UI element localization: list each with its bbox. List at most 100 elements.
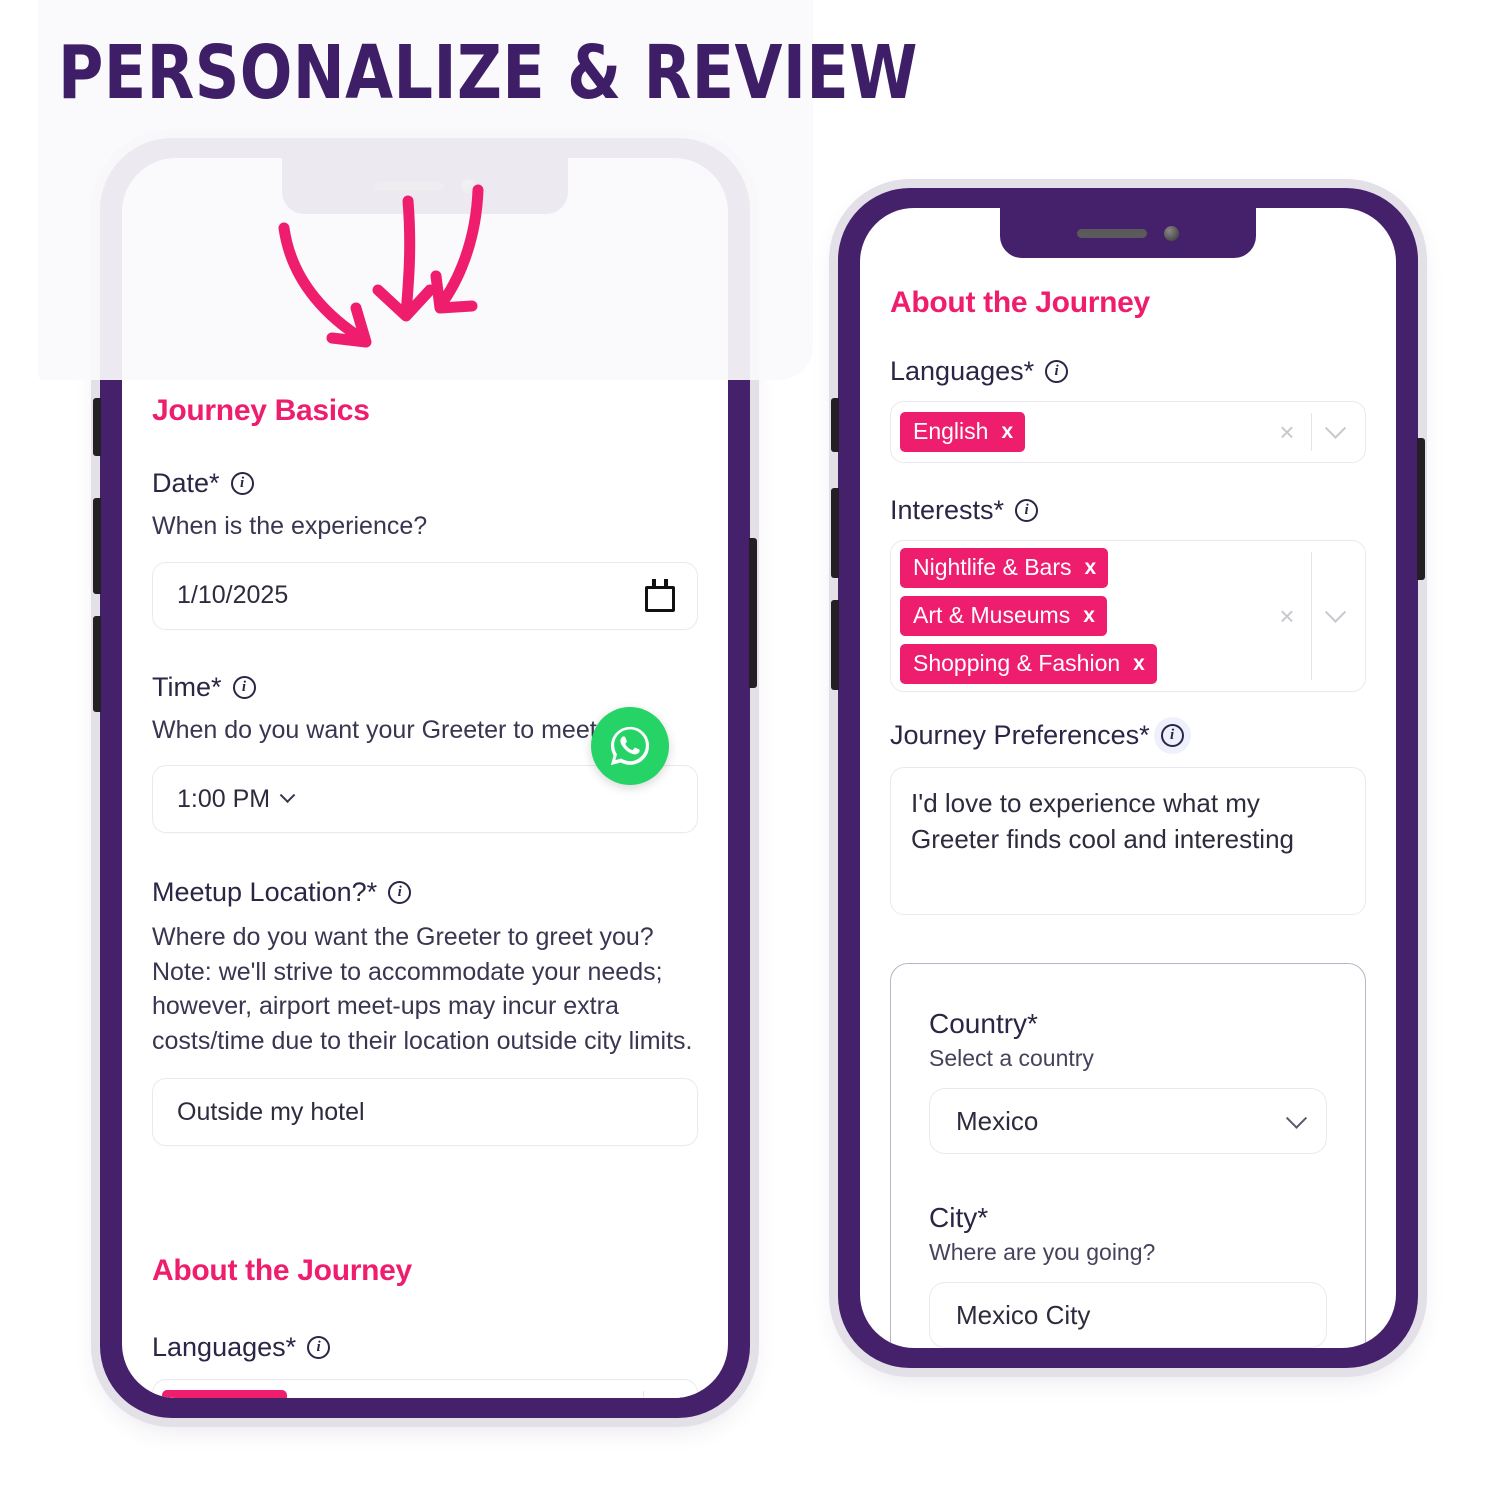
chevron-down-icon-country[interactable] [1285, 1106, 1308, 1137]
volume-down-button-right[interactable] [831, 600, 839, 690]
chevron-down-icon-interests[interactable] [1312, 601, 1359, 624]
languages-label-row-right: Languages* i [890, 356, 1366, 387]
time-info-icon[interactable]: i [232, 675, 256, 699]
destination-card: Country* Select a country Mexico City* W… [890, 963, 1366, 1348]
tag-chip[interactable]: Nightlife & Bars x [900, 548, 1109, 588]
journey-basics-heading: Journey Basics [152, 394, 370, 427]
interests-label-right: Interests* [890, 495, 1005, 525]
volume-down-button-left[interactable] [93, 616, 101, 712]
right-screen-content: About the Journey Languages* i English x [860, 208, 1396, 1348]
languages-multiselect-left[interactable]: English x × [152, 1379, 698, 1398]
meetup-label: Meetup Location?* [152, 877, 378, 907]
meetup-location-input[interactable]: Outside my hotel [152, 1078, 698, 1146]
about-journey-heading-right: About the Journey [890, 286, 1150, 319]
date-info-icon[interactable]: i [230, 472, 254, 495]
date-label: Date* [152, 468, 220, 498]
preferences-value: I'd love to experience what my Greeter f… [911, 788, 1294, 854]
chevron-down-icon-languages[interactable] [1312, 417, 1359, 440]
journey-preferences-textarea[interactable]: I'd love to experience what my Greeter f… [890, 767, 1366, 915]
languages-tag-list-left: English x [162, 1387, 595, 1398]
preferences-info-icon[interactable]: i [1160, 724, 1184, 747]
interests-label-row-right: Interests* i [890, 495, 1366, 526]
tag-chip[interactable]: Art & Museums x [900, 596, 1107, 636]
volume-up-button-left[interactable] [93, 498, 101, 594]
front-camera [1164, 225, 1179, 241]
city-label: City* [929, 1202, 989, 1233]
languages-multiselect-right[interactable]: English x × [890, 401, 1366, 463]
mute-switch-left[interactable] [93, 398, 101, 456]
country-select[interactable]: Mexico [929, 1088, 1327, 1154]
tag-chip[interactable]: English x [900, 412, 1026, 452]
interests-controls: × [1263, 548, 1365, 684]
country-value: Mexico [956, 1105, 1039, 1136]
country-help-text: Select a country [929, 1045, 1094, 1071]
clear-all-icon-languages[interactable]: × [1263, 417, 1310, 448]
languages-label-left: Languages* [152, 1332, 297, 1362]
right-phone-mockup: About the Journey Languages* i English x [831, 188, 1425, 1368]
journey-preferences-field-group: Journey Preferences* i I'd love to exper… [890, 720, 1366, 915]
power-button-left[interactable] [749, 538, 757, 688]
about-journey-heading-left: About the Journey [152, 1254, 412, 1287]
earpiece-speaker [374, 181, 444, 191]
tag-label: Shopping & Fashion [913, 650, 1121, 676]
interests-multiselect[interactable]: Nightlife & Bars x Art & Museums x Shopp… [890, 540, 1366, 692]
languages-field-group-left: Languages* i English x × [152, 1332, 698, 1398]
clear-all-icon-left[interactable]: × [595, 1395, 642, 1399]
time-value: 1:00 PM [177, 784, 271, 813]
tag-label: Nightlife & Bars [913, 554, 1072, 580]
preferences-label-row: Journey Preferences* i [890, 720, 1366, 751]
meetup-label-row: Meetup Location?* i [152, 877, 698, 908]
time-chevron-down-icon[interactable] [279, 786, 296, 805]
meetup-value: Outside my hotel [177, 1097, 365, 1126]
date-input[interactable]: 1/10/2025 [152, 561, 698, 630]
left-phone-notch [282, 158, 568, 214]
languages-tag-list-right: English x [900, 409, 1263, 455]
languages-info-icon-left[interactable]: i [307, 1336, 331, 1359]
time-label: Time* [152, 671, 222, 702]
power-button-right[interactable] [1417, 438, 1425, 580]
city-field-group: City* Where are you going? Mexico City [929, 1202, 1327, 1348]
country-label: Country* [929, 1008, 1038, 1039]
calendar-icon[interactable] [643, 578, 677, 613]
date-field-group: Date* i When is the experience? 1/10/202… [152, 468, 698, 630]
languages-label-row-left: Languages* i [152, 1332, 698, 1363]
front-camera [461, 178, 476, 194]
tag-chip[interactable]: Shopping & Fashion x [900, 644, 1157, 684]
earpiece-speaker [1077, 228, 1147, 238]
country-field-group: Country* Select a country Mexico [929, 1008, 1327, 1154]
meetup-help-text: Where do you want the Greeter to greet y… [152, 923, 693, 1055]
control-divider [642, 1391, 644, 1398]
meetup-info-icon[interactable]: i [388, 881, 412, 904]
page-title: PERSONALIZE & REVIEW [58, 30, 918, 116]
languages-controls-right: × [1263, 409, 1365, 455]
languages-info-icon-right[interactable]: i [1045, 360, 1069, 383]
right-phone-screen: About the Journey Languages* i English x [860, 208, 1396, 1348]
volume-up-button-right[interactable] [831, 488, 839, 578]
whatsapp-button[interactable] [591, 707, 669, 785]
tag-remove-icon[interactable]: x [1085, 557, 1097, 578]
languages-label-right: Languages* [890, 356, 1035, 386]
tag-label: Art & Museums [913, 602, 1071, 628]
interests-info-icon-right[interactable]: i [1015, 499, 1039, 522]
tag-label: English [913, 418, 989, 444]
time-label-row: Time* i [152, 672, 698, 703]
city-input[interactable]: Mexico City [929, 1282, 1327, 1348]
city-help-text: Where are you going? [929, 1239, 1156, 1265]
screenshot-root: Journey Basics Date* i When is the exper… [0, 0, 1500, 1500]
languages-controls-left: × [595, 1387, 697, 1398]
whatsapp-icon [610, 726, 650, 766]
tag-remove-icon[interactable]: x [1001, 421, 1013, 442]
tag-chip[interactable]: English x [162, 1390, 288, 1398]
city-value: Mexico City [956, 1299, 1091, 1330]
date-label-row: Date* i [152, 468, 698, 499]
tag-remove-icon[interactable]: x [1083, 605, 1095, 626]
date-help-text: When is the experience? [152, 512, 428, 540]
mute-switch-right[interactable] [831, 398, 839, 452]
tag-remove-icon[interactable]: x [1133, 653, 1145, 674]
clear-all-icon-interests[interactable]: × [1263, 601, 1310, 632]
right-phone-notch [1000, 208, 1256, 258]
meetup-location-field-group: Meetup Location?* i Where do you want th… [152, 877, 698, 1146]
interests-tag-list: Nightlife & Bars x Art & Museums x Shopp… [900, 548, 1263, 684]
interests-field-group-right: Interests* i Nightlife & Bars x Art & Mu… [890, 495, 1366, 692]
left-phone-mockup: Journey Basics Date* i When is the exper… [93, 138, 757, 1418]
